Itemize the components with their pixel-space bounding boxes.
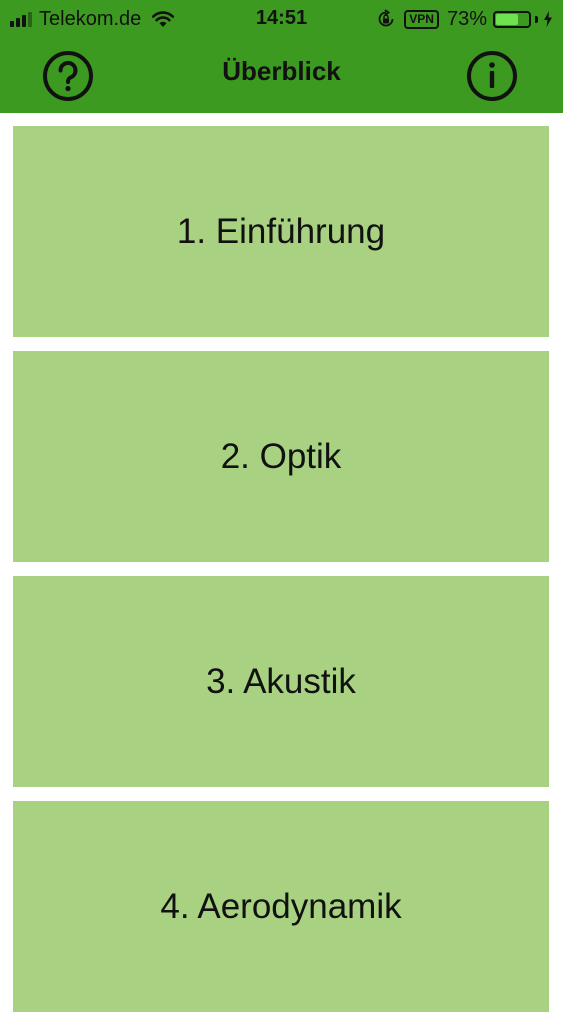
vpn-badge: VPN (404, 9, 439, 29)
charging-bolt-icon (544, 11, 552, 27)
topic-tile-label: 1. Einführung (176, 211, 386, 251)
topic-list: 1. Einführung 2. Optik 3. Akustik 4. Aer… (13, 126, 549, 1026)
info-circle-icon[interactable] (466, 50, 518, 102)
topic-tile-label: 4. Aerodynamik (160, 886, 402, 926)
topic-tile-label: 3. Akustik (206, 661, 356, 701)
topic-tile-label: 2. Optik (220, 436, 342, 476)
topic-tile-einfuehrung[interactable]: 1. Einführung (13, 126, 549, 337)
app-header: Telekom.de 14:51 VPN 73% Überblick (0, 0, 563, 113)
topic-tile-optik[interactable]: 2. Optik (13, 351, 549, 562)
rotation-lock-icon (378, 9, 394, 27)
status-right: VPN 73% (376, 6, 553, 32)
battery-percent: 73% (446, 7, 487, 30)
topic-tile-akustik[interactable]: 3. Akustik (13, 576, 549, 787)
battery-icon (493, 10, 531, 28)
topic-tile-aerodynamik[interactable]: 4. Aerodynamik (13, 801, 549, 1012)
battery-fill (496, 13, 518, 25)
battery-tip (535, 15, 538, 23)
status-bar: Telekom.de 14:51 VPN 73% (0, 0, 563, 38)
